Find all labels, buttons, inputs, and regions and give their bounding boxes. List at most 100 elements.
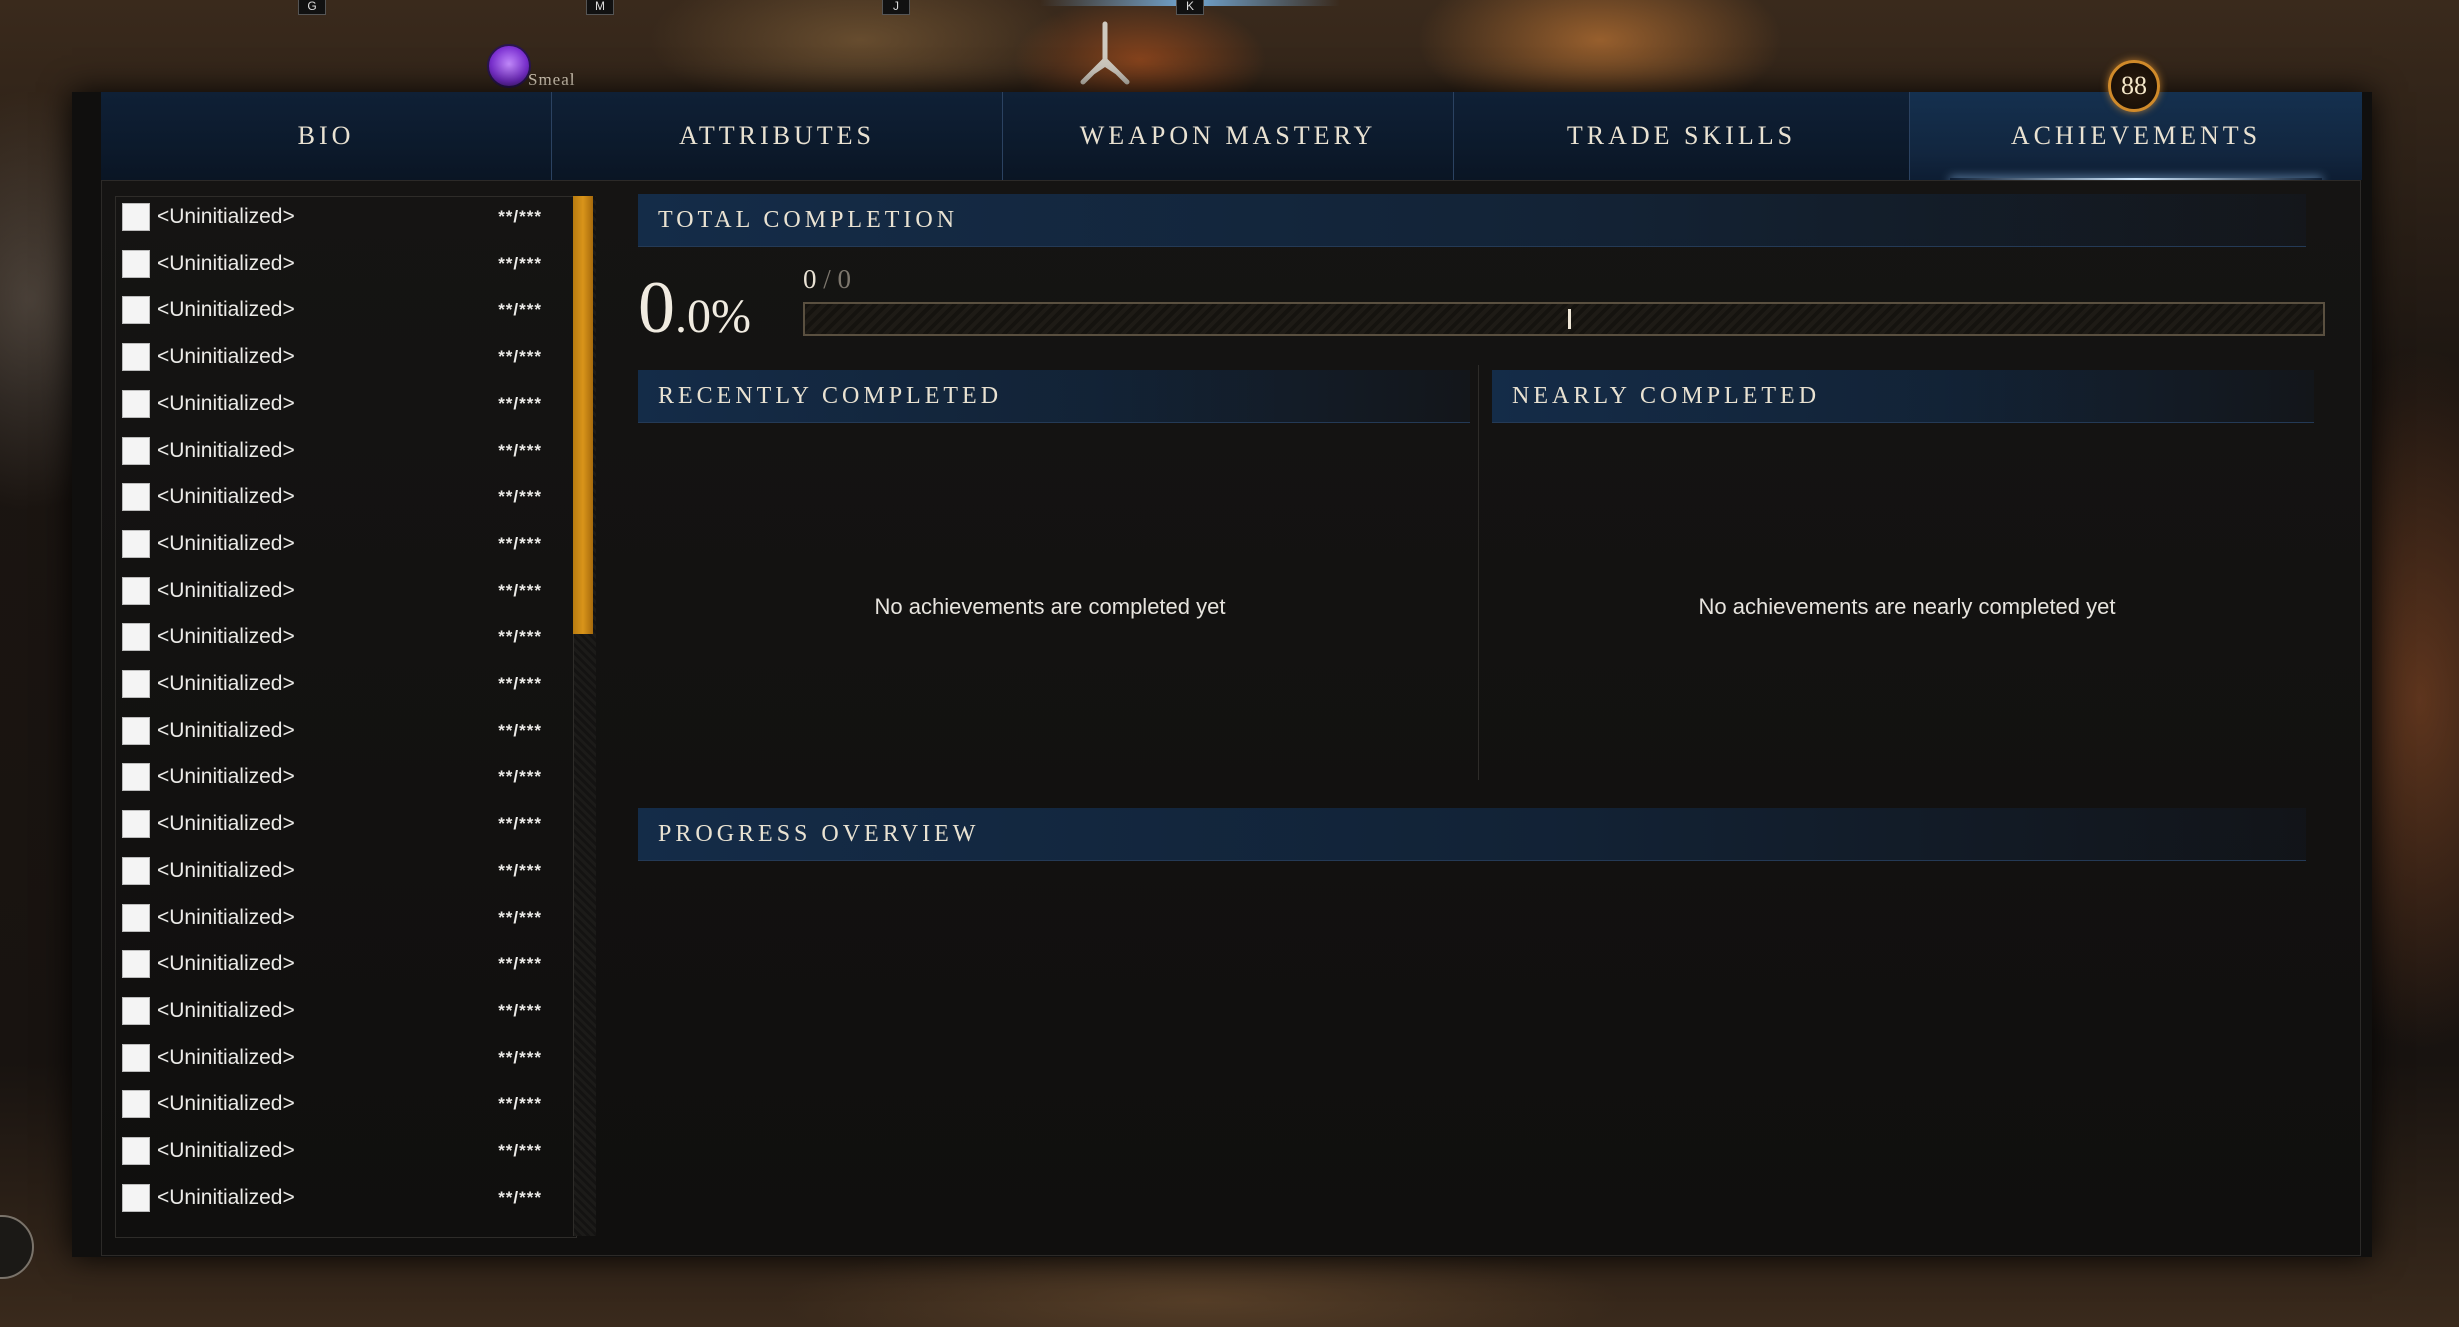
hotkey-j[interactable]: J [882,0,910,15]
achievement-name: <Uninitialized> [157,952,295,976]
progress-marker [1568,309,1571,329]
achievement-name: <Uninitialized> [157,625,295,649]
tab-trade-skills[interactable]: TRADE SKILLS [1454,92,1910,180]
list-item[interactable]: <Uninitialized> **/*** [122,806,562,842]
checkbox[interactable] [122,763,150,792]
tab-weapon-mastery[interactable]: WEAPON MASTERY [1003,92,1454,180]
section-title: TOTAL COMPLETION [658,206,959,233]
achievement-progress: **/*** [498,907,542,927]
checkbox[interactable] [122,529,150,558]
checkbox[interactable] [122,1090,150,1119]
achievement-name: <Uninitialized> [157,765,295,789]
achievement-name: <Uninitialized> [157,345,295,369]
checkbox[interactable] [122,296,150,325]
hotkey-g[interactable]: G [298,0,326,15]
faction-emblem-icon [1080,21,1130,85]
tab-label: WEAPON MASTERY [1079,121,1377,150]
checkbox[interactable] [122,623,150,652]
achievement-name: <Uninitialized> [157,298,295,322]
achievement-progress: **/*** [498,627,542,647]
checkbox[interactable] [122,1183,150,1212]
total-count: 0 [837,264,852,294]
achievement-progress: **/*** [498,393,542,413]
list-item[interactable]: <Uninitialized> **/*** [122,573,562,609]
checkbox[interactable] [122,436,150,465]
list-item[interactable]: <Uninitialized> **/*** [122,759,562,795]
achievement-progress: **/*** [498,1047,542,1067]
achievement-name: <Uninitialized> [157,1045,295,1069]
achievement-name: <Uninitialized> [157,485,295,509]
list-item[interactable]: <Uninitialized> **/*** [122,619,562,655]
tab-bar: BIO ATTRIBUTES WEAPON MASTERY TRADE SKIL… [101,92,2362,182]
checkbox[interactable] [122,903,150,932]
checkbox[interactable] [122,856,150,885]
checkbox[interactable] [122,576,150,605]
nearly-completed-header: NEARLY COMPLETED [1492,370,2314,423]
list-item[interactable]: <Uninitialized> **/*** [122,479,562,515]
checkbox[interactable] [122,670,150,698]
achievement-progress: **/*** [498,207,542,226]
achievement-progress: **/*** [498,487,542,507]
list-item[interactable]: <Uninitialized> **/*** [122,900,562,936]
achievement-name: <Uninitialized> [157,1092,295,1116]
level-badge: 88 [2108,60,2160,112]
list-item[interactable]: <Uninitialized> **/*** [122,666,562,702]
achievement-list: <Uninitialized> **/*** <Uninitialized> **/*… [115,196,577,1238]
tab-bio[interactable]: BIO [101,92,552,180]
completed-count: 0 [803,264,817,294]
recently-completed-empty: No achievements are completed yet [874,594,1226,619]
achievement-name: <Uninitialized> [157,812,295,836]
tab-label: BIO [297,121,355,150]
achievement-progress: **/*** [498,674,542,693]
achievement-progress: **/*** [498,533,542,553]
checkbox[interactable] [122,389,150,418]
section-title: NEARLY COMPLETED [1512,382,1821,409]
list-item[interactable]: <Uninitialized> **/*** [122,993,562,1029]
list-item[interactable]: <Uninitialized> **/*** [122,1040,562,1076]
achievement-name: <Uninitialized> [157,1139,295,1162]
tab-label: ATTRIBUTES [679,121,875,150]
list-item[interactable]: <Uninitialized> **/*** [122,246,562,282]
list-item[interactable]: <Uninitialized> **/*** [122,1180,562,1216]
list-item[interactable]: <Uninitialized> **/*** [122,1086,562,1122]
checkbox[interactable] [122,810,150,839]
list-item[interactable]: <Uninitialized> **/*** [122,386,562,422]
list-item[interactable]: <Uninitialized> **/*** [122,853,562,889]
tab-label: TRADE SKILLS [1566,121,1797,150]
list-item[interactable]: <Uninitialized> **/*** [122,339,562,375]
achievement-progress: **/*** [498,440,542,460]
player-avatar-icon [487,44,531,88]
achievement-progress: **/*** [498,1094,542,1114]
checkbox[interactable] [122,950,150,979]
checkbox[interactable] [122,203,150,231]
percent-integer: 0 [638,267,675,349]
list-item[interactable]: <Uninitialized> **/*** [122,1133,562,1169]
hotkey-k[interactable]: K [1176,0,1204,15]
achievement-name: <Uninitialized> [157,438,295,462]
progress-overview-header: PROGRESS OVERVIEW [638,808,2306,861]
count-separator: / [816,264,838,294]
achievement-progress: **/*** [498,814,542,834]
completion-progress-bar [803,302,2325,336]
checkbox[interactable] [122,716,150,745]
list-item[interactable]: <Uninitialized> **/*** [122,526,562,562]
list-item[interactable]: <Uninitialized> **/*** [122,713,562,749]
checkbox[interactable] [122,249,150,278]
achievement-progress: **/*** [498,1141,542,1160]
list-item[interactable]: <Uninitialized> **/*** [122,433,562,469]
checkbox[interactable] [122,483,150,512]
list-item[interactable]: <Uninitialized> **/*** [122,292,562,328]
achievement-name: <Uninitialized> [157,858,295,882]
hotkey-m[interactable]: M [586,0,614,15]
checkbox[interactable] [122,1043,150,1072]
list-item[interactable]: <Uninitialized> **/*** [122,199,562,235]
checkbox[interactable] [122,343,150,372]
list-item[interactable]: <Uninitialized> **/*** [122,946,562,982]
checkbox[interactable] [122,996,150,1025]
checkbox[interactable] [122,1137,150,1165]
scrollbar-thumb[interactable] [573,196,593,634]
achievement-name: <Uninitialized> [157,531,295,555]
achievement-name: <Uninitialized> [157,1185,295,1209]
tab-attributes[interactable]: ATTRIBUTES [552,92,1003,180]
player-name: Smeal [528,70,576,89]
